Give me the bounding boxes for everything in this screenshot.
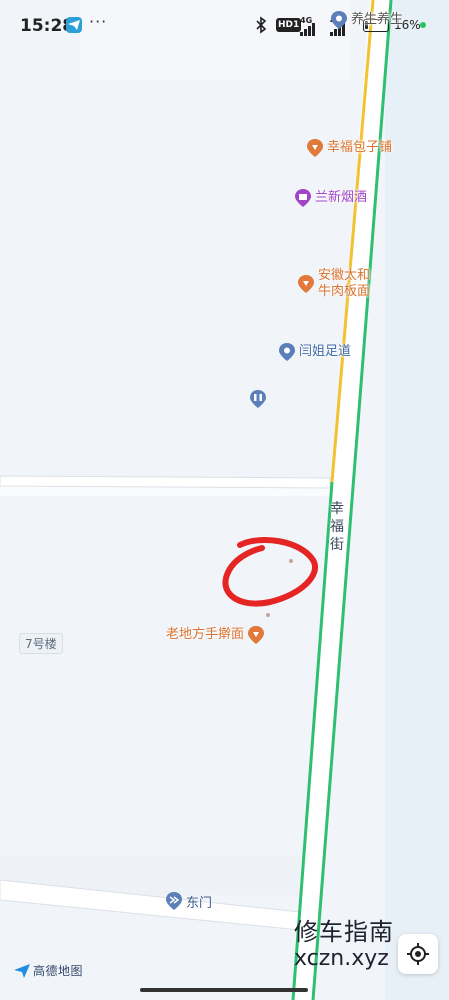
poi-label: 闫姐足道: [299, 344, 352, 359]
bluetooth-icon: [256, 16, 267, 34]
watermark-cn: 修车指南: [294, 918, 394, 946]
gate-pin-icon: [166, 892, 182, 910]
poi-label: 老地方手擀面: [166, 627, 245, 642]
watermark: 修车指南 xczn.xyz: [294, 918, 409, 972]
amap-logo-icon: [14, 963, 30, 978]
poi-yanjie-zudao[interactable]: 闫姐足道: [278, 342, 351, 362]
food-pin-icon: [298, 275, 314, 293]
poi-label: 兰新烟酒: [315, 190, 368, 205]
red-circle-annotation: [222, 537, 318, 607]
locate-button[interactable]: [398, 934, 438, 974]
street-label: 幸福街: [330, 501, 344, 553]
amap-logo: 高德地图: [14, 962, 83, 979]
shop-pin-icon: [295, 189, 311, 207]
poi-lanxin-yanjiu[interactable]: 兰新烟酒: [294, 188, 367, 208]
home-indicator[interactable]: [140, 988, 308, 992]
telegram-icon: [66, 17, 82, 33]
watermark-en: xczn.xyz: [294, 946, 389, 971]
poi-label: 安徽太和牛肉板面: [318, 268, 371, 299]
poi-anhui-banmian[interactable]: 安徽太和牛肉板面: [297, 268, 378, 300]
poi-laodifang-shouganmian[interactable]: 老地方手擀面: [166, 625, 265, 645]
food-pin-icon: [307, 139, 323, 157]
hd-badge: HD1: [276, 18, 302, 32]
place-pin-icon: [279, 343, 295, 361]
poi-xingfu-baozi[interactable]: 幸福包子铺: [306, 138, 392, 158]
place-pin-icon: [331, 11, 347, 29]
poi-east-gate[interactable]: 东门: [165, 891, 212, 911]
signal-icon: [300, 23, 315, 36]
logo-text: 高德地图: [33, 964, 84, 978]
privacy-indicator-dot: [420, 22, 426, 28]
more-dots-icon: ···: [89, 12, 108, 31]
building-label: 7号楼: [19, 633, 63, 654]
toilet-pin-icon[interactable]: [249, 389, 267, 409]
poi-label: 养生养生: [351, 12, 404, 27]
map-dot: [266, 613, 270, 617]
food-pin-icon: [248, 626, 265, 644]
poi-label: 幸福包子铺: [327, 140, 393, 155]
locate-icon: [407, 943, 429, 965]
gate-label: 东门: [186, 895, 213, 911]
map-dot: [289, 559, 293, 563]
poi-top-partial[interactable]: 养生养生: [330, 10, 403, 30]
